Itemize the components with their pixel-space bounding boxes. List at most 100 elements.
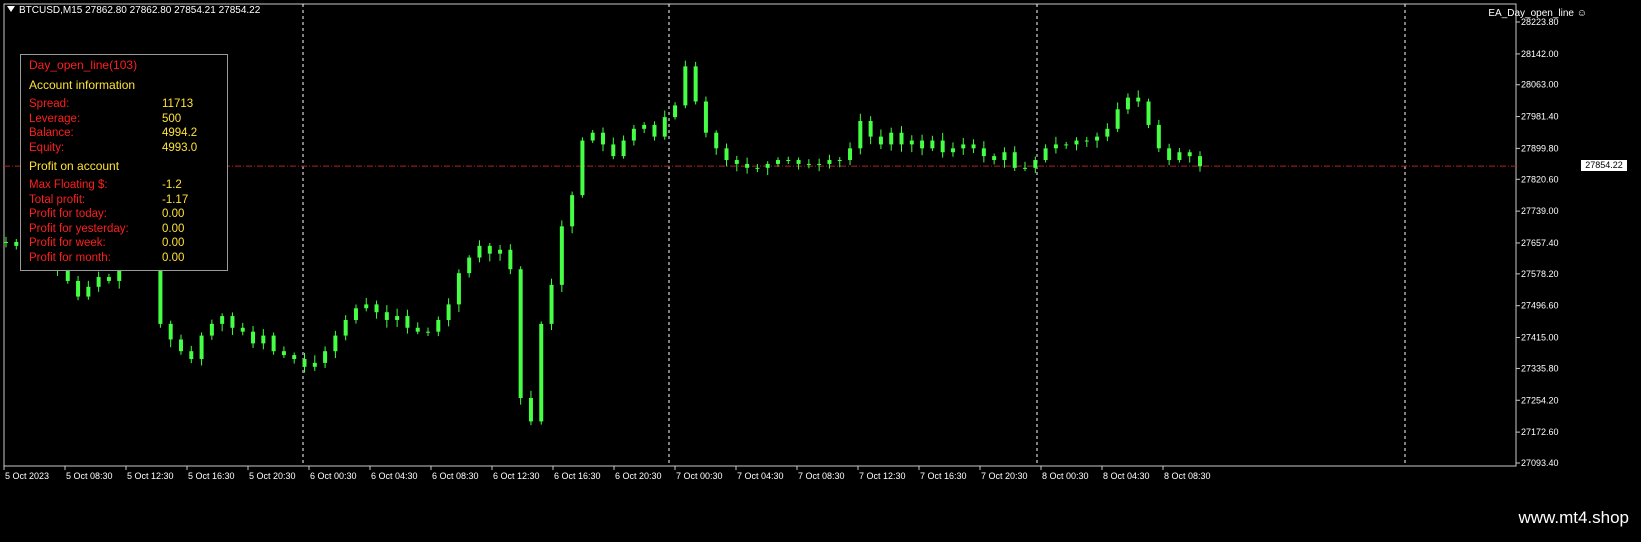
time-tick-label: 6 Oct 12:30	[493, 471, 540, 481]
candle-body	[487, 245, 492, 254]
candle-body	[940, 140, 945, 153]
profit-info-value: 0.00	[162, 222, 185, 235]
candle-body	[395, 316, 400, 320]
profit-info-label: Profit for today:	[29, 208, 107, 220]
candle-body	[76, 280, 81, 297]
candle-body	[539, 323, 544, 422]
candle-body	[353, 308, 358, 320]
candle-body	[374, 304, 379, 313]
candle-body	[611, 144, 616, 157]
price-tick-label: 28063.00	[1521, 80, 1559, 90]
account-info-value: 500	[162, 112, 182, 125]
time-tick-label: 5 Oct 20:30	[249, 471, 296, 481]
time-tick-label: 7 Oct 04:30	[737, 471, 784, 481]
candle-body	[4, 241, 8, 243]
time-tick-label: 7 Oct 12:30	[859, 471, 906, 481]
candle-body	[806, 163, 811, 165]
account-info-value: 4994.2	[162, 127, 198, 139]
dropdown-triangle-icon[interactable]	[7, 6, 15, 12]
candle-body	[1177, 152, 1182, 161]
time-tick-label: 6 Oct 16:30	[554, 471, 601, 481]
candle-body	[323, 351, 328, 363]
candle-body	[920, 140, 925, 149]
price-tick-label: 27899.80	[1521, 143, 1559, 153]
candle-body	[209, 323, 214, 336]
candle-body	[1043, 148, 1048, 161]
candle-body	[1146, 101, 1151, 125]
profit-info-label: Profit for yesterday:	[29, 222, 129, 235]
price-chart[interactable]: 28223.8028142.0028063.0027981.4027899.80…	[0, 0, 1641, 488]
candle-body	[889, 132, 894, 145]
candle-body	[251, 331, 256, 344]
chart-area[interactable]: 28223.80 28142.00 28063.00 27981.40 27899.80…	[0, 0, 1641, 488]
time-tick-label: 7 Oct 00:30	[676, 471, 723, 481]
candle-body	[590, 132, 595, 141]
time-tick-label: 6 Oct 04:30	[371, 471, 418, 481]
time-tick-label: 8 Oct 04:30	[1103, 471, 1150, 481]
time-tick-label: 6 Oct 20:30	[615, 471, 662, 481]
candle-body	[261, 335, 266, 344]
time-tick-label: 5 Oct 12:30	[127, 471, 174, 481]
candle-body	[96, 277, 101, 287]
candle-body	[220, 316, 225, 324]
candle-body	[827, 160, 832, 164]
candle-body	[1084, 140, 1089, 142]
candle-body	[312, 362, 317, 367]
time-tick-label: 7 Oct 16:30	[920, 471, 967, 481]
candle-body	[1198, 156, 1202, 167]
profit-info-value: 0.00	[162, 208, 185, 220]
candle-body	[930, 140, 935, 149]
candle-body	[1002, 152, 1007, 161]
chart-frame	[3, 3, 1517, 467]
time-tick-label: 5 Oct 08:30	[66, 471, 113, 481]
profit-info-value: -1.17	[162, 193, 189, 206]
expert-advisor-label[interactable]: EA_Day_open_line ☺	[1488, 8, 1587, 19]
candle-body	[467, 257, 472, 274]
candle-body	[1053, 144, 1058, 149]
time-tick-label: 6 Oct 00:30	[310, 471, 357, 481]
expert-advisor-name: EA_Day_open_line	[1488, 8, 1574, 19]
account-info-value: 11713	[162, 98, 194, 110]
profit-info-value: 0.00	[162, 251, 185, 264]
candle-body	[549, 284, 554, 324]
candle-body	[817, 163, 822, 165]
candle-body	[333, 335, 338, 352]
candle-body	[673, 105, 678, 118]
time-tick-label: 5 Oct 2023	[5, 471, 49, 481]
candle-body	[158, 265, 163, 324]
candle-body	[693, 66, 698, 102]
account-info-value: 4993.0	[162, 141, 198, 154]
candle-body	[1156, 124, 1161, 149]
account-info-panel: Day_open_line(103) Account information P…	[20, 54, 228, 271]
profit-info-label: Profit for week:	[29, 237, 106, 249]
price-tick-label: 27981.40	[1521, 112, 1559, 122]
candle-body	[415, 327, 420, 332]
profit-info-label: Max Floating $:	[29, 179, 108, 191]
candle-body	[426, 331, 431, 333]
candle-body	[724, 148, 729, 161]
candle-body	[796, 160, 801, 164]
candle-body	[436, 319, 441, 332]
candle-body	[14, 241, 19, 246]
candle-body	[631, 128, 636, 141]
account-info-label: Balance:	[29, 127, 74, 139]
price-tick-label: 27496.60	[1521, 301, 1559, 311]
site-watermark: www.mt4.shop	[1518, 508, 1629, 527]
candle-body	[199, 335, 204, 359]
candle-body	[703, 101, 708, 133]
time-tick-label: 7 Oct 20:30	[981, 471, 1028, 481]
profit-info-value: 0.00	[162, 237, 185, 249]
candle-body	[1136, 97, 1141, 102]
candle-body	[446, 304, 451, 320]
candle-body	[899, 132, 904, 145]
candle-body	[271, 335, 276, 352]
profit-on-account-heading: Profit on account	[29, 159, 120, 173]
candle-body	[364, 304, 369, 309]
panel-title: Day_open_line(103)	[29, 58, 138, 72]
candle-body	[384, 312, 389, 320]
price-tick-label: 27254.20	[1521, 395, 1559, 405]
candle-body	[456, 273, 461, 305]
price-tick-label: 27820.60	[1521, 174, 1559, 184]
candle-body	[786, 160, 791, 162]
price-tick-label: 28142.00	[1521, 49, 1559, 59]
